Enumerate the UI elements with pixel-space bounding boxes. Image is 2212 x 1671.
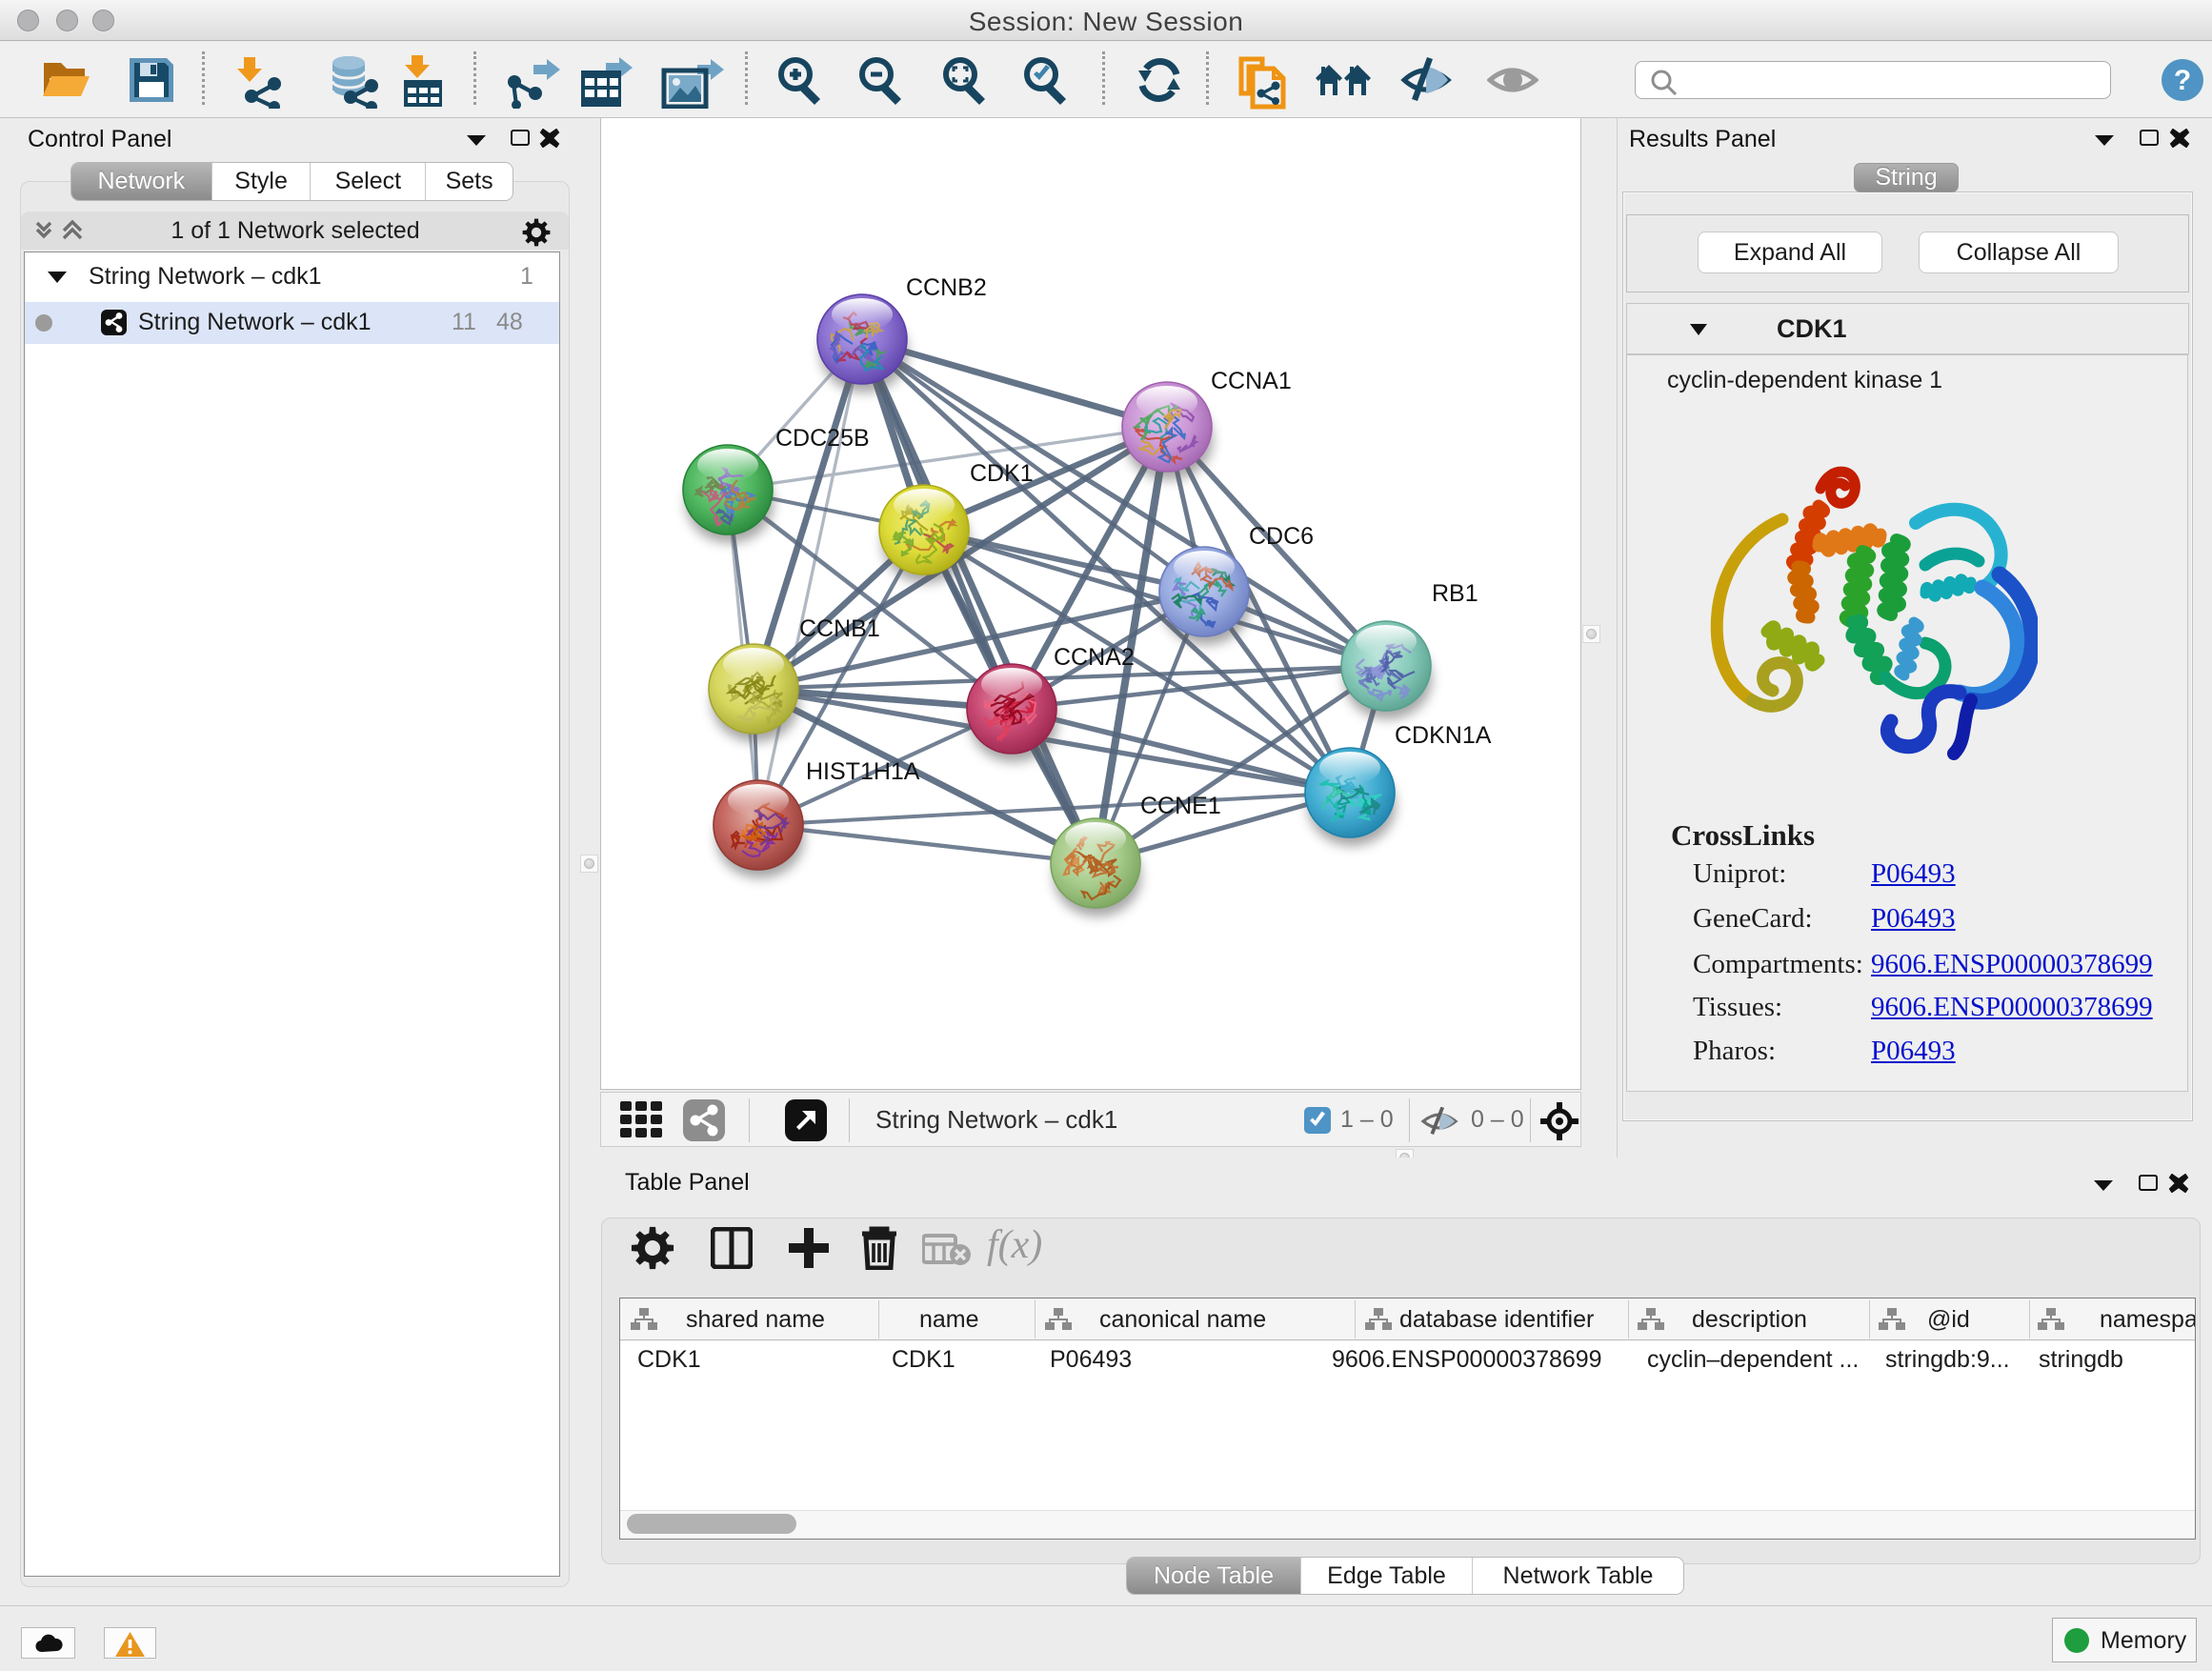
svg-text:CCNE1: CCNE1 [1140, 793, 1221, 819]
svg-text:CDC6: CDC6 [1249, 523, 1314, 550]
svg-text:RB1: RB1 [1432, 580, 1478, 607]
svg-text:CDC25B: CDC25B [775, 425, 870, 452]
svg-text:CCNA2: CCNA2 [1054, 644, 1135, 671]
svg-text:CCNB2: CCNB2 [906, 274, 987, 301]
svg-text:CCNB1: CCNB1 [799, 615, 880, 642]
svg-text:CDKN1A: CDKN1A [1395, 722, 1492, 749]
svg-text:CDK1: CDK1 [970, 460, 1034, 487]
svg-text:HIST1H1A: HIST1H1A [806, 758, 920, 785]
svg-text:CCNA1: CCNA1 [1211, 368, 1292, 394]
